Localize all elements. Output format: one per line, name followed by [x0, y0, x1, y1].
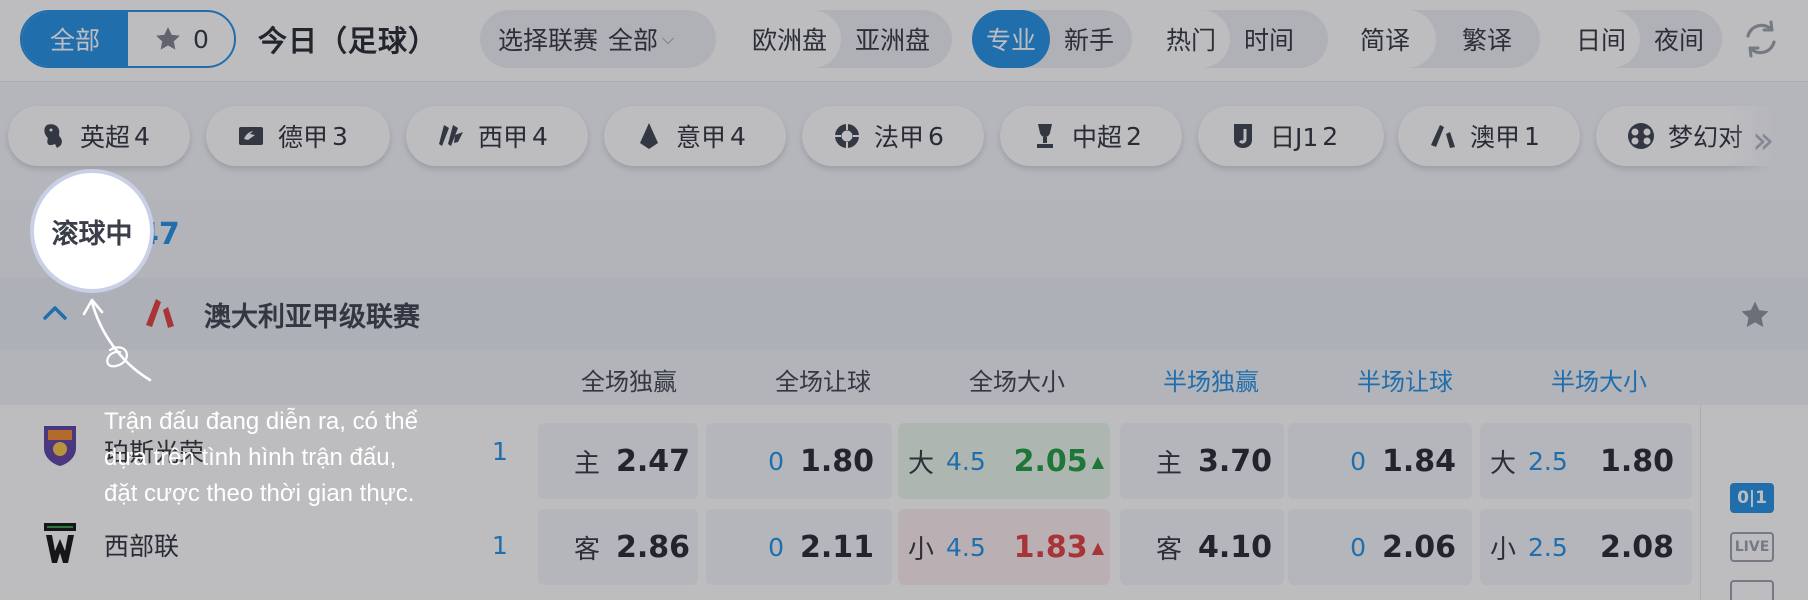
hint-arrow-icon — [82, 298, 152, 382]
tutorial-hint-text: Trận đấu đang diễn ra, có thể dựa trên t… — [104, 408, 418, 507]
tutorial-spotlight[interactable]: 滚球中 — [30, 169, 154, 293]
